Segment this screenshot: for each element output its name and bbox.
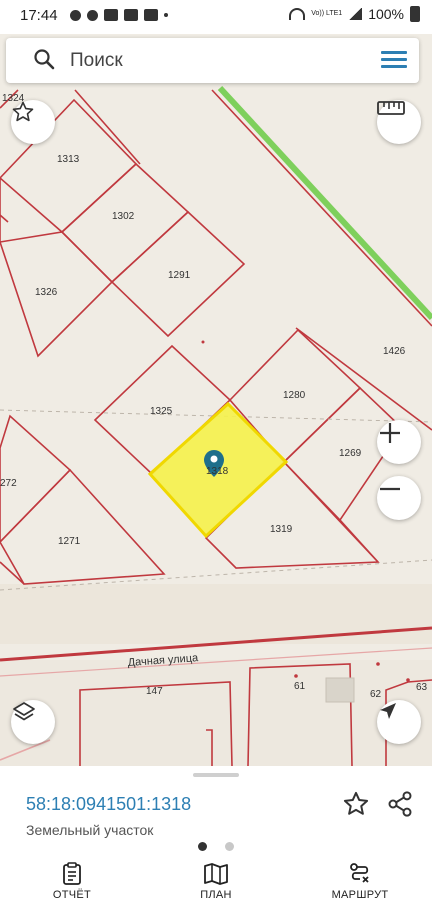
parcel-label: 1326 [35,287,58,298]
map-dot [294,674,298,678]
apps-icon [104,9,118,21]
parcel-type: Земельный участок [26,822,154,838]
parcel-label: 1271 [58,536,81,547]
network-label: Vo)) LTE1 [311,10,343,17]
route-icon [350,863,369,883]
youtube-icon [144,9,158,21]
parcel-label: 1318 [206,466,229,477]
nav-plan-label: ПЛАН [200,889,232,901]
search-icon [34,49,55,70]
my-location-button[interactable] [377,700,421,744]
layers-button[interactable] [11,700,55,744]
map-dot [201,340,205,344]
parcel-label: 1280 [283,390,306,401]
search-bar[interactable]: Поиск [6,38,419,83]
status-bar: 17:44 Vo)) LTE1 100% [0,0,432,34]
star-outline-icon [12,101,34,122]
map-dot [376,662,380,666]
contact-icon [70,9,81,21]
search-input[interactable]: Поиск [70,50,123,72]
plus-icon [380,423,400,443]
nav-report-label: ОТЧЁТ [52,889,92,901]
report-icon [63,862,81,885]
nav-report[interactable]: ОТЧЁТ [22,862,122,901]
youtube-icon [124,9,138,21]
bottom-navigation: ОТЧЁТ ПЛАН МАРШРУТ [0,858,432,910]
cadastral-number[interactable]: 58:18:0941501:1318 [26,794,191,815]
page-dot [225,842,234,851]
star-outline-icon[interactable] [342,790,370,818]
favorite-map-button[interactable] [11,100,55,144]
map-dot [406,678,410,682]
nav-plan[interactable]: ПЛАН [166,862,266,901]
signal-icon [348,8,363,20]
page-dot [198,842,207,851]
parcel-label: 147 [146,686,163,697]
hamburger-menu-icon[interactable] [381,51,407,69]
measure-button[interactable] [377,100,421,144]
parcel-info-panel[interactable]: 58:18:0941501:1318 Земельный участок ОТЧ… [0,766,432,910]
cadastral-map[interactable]: 1324 1313 1302 1291 1326 1325 1280 1426 … [0,34,432,766]
parcel-label: 1313 [57,154,80,165]
person-icon [87,9,98,21]
battery-icon [410,6,420,22]
notification-icons [70,9,168,21]
drag-handle[interactable] [193,773,239,777]
parcel-label: 61 [294,681,306,692]
zoom-in-button[interactable] [377,420,421,464]
building [325,677,355,703]
parcel-label: 62 [370,689,382,700]
parcel-label: 1426 [383,346,406,357]
ruler-icon [377,101,405,115]
lower-area [0,660,432,766]
map-view[interactable]: 1324 1313 1302 1291 1326 1325 1280 1426 … [0,34,432,766]
parcel-label: 1291 [168,270,191,281]
parcel-label: 1319 [270,524,293,535]
zoom-out-button[interactable] [377,476,421,520]
parcel-label: 1302 [112,211,135,222]
navigation-arrow-icon [380,703,396,719]
status-right: Vo)) LTE1 100% [289,6,420,22]
page-indicator [198,842,234,851]
map-plan-icon [204,863,228,885]
nav-route[interactable]: МАРШРУТ [310,862,410,901]
parcel-label: 272 [0,478,17,489]
dot-icon [164,13,168,17]
layers-icon [13,702,35,721]
parcel-label: 1269 [339,448,362,459]
parcel-label: 1325 [150,406,173,417]
nav-route-label: МАРШРУТ [331,889,389,901]
minus-icon [380,487,400,491]
parcel-label: 63 [416,682,428,693]
road-area [0,584,432,644]
battery-percent: 100% [368,6,404,22]
share-icon[interactable] [386,790,414,818]
status-time: 17:44 [20,7,58,24]
wifi-icon [289,8,306,20]
